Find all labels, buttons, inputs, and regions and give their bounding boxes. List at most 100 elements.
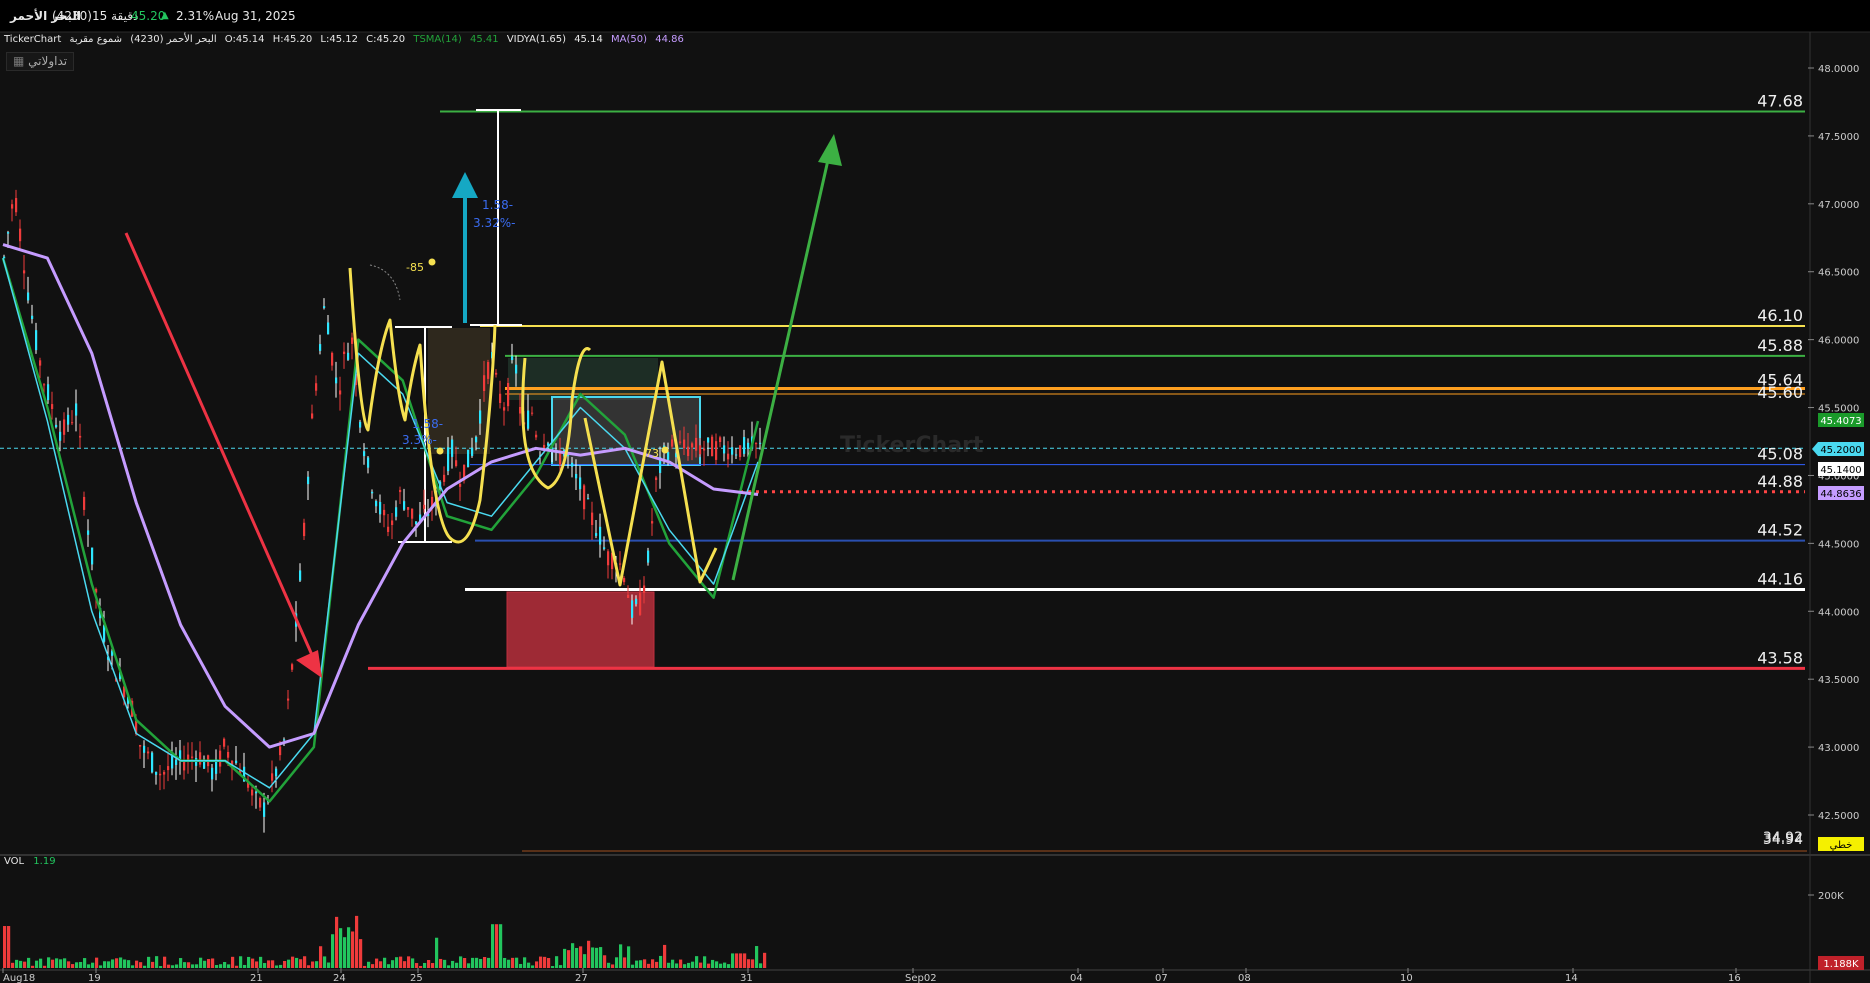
candle-body: [519, 407, 522, 414]
volume-bar: [251, 958, 255, 968]
cyan-up-arrow[interactable]: [452, 172, 478, 323]
candle-body: [255, 791, 258, 794]
supply-zone-box[interactable]: [428, 328, 490, 454]
volume-bar: [123, 959, 127, 968]
volume-bar: [111, 959, 115, 968]
volume-bar: [403, 961, 407, 968]
candle-body: [683, 439, 686, 449]
candle-body: [251, 789, 254, 796]
candle-body: [351, 337, 354, 344]
volume-bar: [227, 964, 231, 968]
volume-bar: [295, 957, 299, 968]
candle-body: [407, 507, 410, 510]
level-label: 43.58: [1757, 648, 1803, 667]
level-label: 46.10: [1757, 306, 1803, 325]
volume-bar: [191, 964, 195, 968]
volume-bar: [579, 946, 583, 968]
volume-bar: [631, 964, 635, 968]
candle-body: [707, 437, 710, 443]
candle-body: [475, 436, 478, 443]
candle-body: [55, 424, 58, 428]
candle-body: [11, 204, 14, 209]
candle-body: [199, 752, 202, 765]
candle-body: [747, 442, 750, 449]
candle-body: [535, 434, 538, 438]
level-label: 44.88: [1757, 472, 1803, 491]
candle-body: [331, 352, 334, 366]
green-up-arrow[interactable]: [731, 134, 842, 581]
mid-label: 73: [645, 447, 659, 460]
volume-bar: [751, 959, 755, 968]
level-label: 47.68: [1757, 91, 1803, 110]
volume-bar: [223, 962, 227, 968]
volume-bar: [47, 957, 51, 968]
candle-body: [319, 344, 322, 351]
volume-bar: [283, 960, 287, 968]
volume-bar: [479, 958, 483, 968]
candle-body: [275, 768, 278, 777]
volume-bar: [7, 926, 11, 968]
candle-body: [47, 384, 50, 401]
volume-bar: [327, 962, 331, 968]
level-label: 44.52: [1757, 521, 1803, 540]
target-pct-label: 3.32%-: [473, 216, 515, 230]
volume-bars: [3, 915, 767, 968]
volume-bar: [127, 960, 131, 968]
candle-body: [307, 476, 310, 485]
candle-body: [39, 360, 42, 366]
ma-badge: 44.8636: [1820, 489, 1861, 500]
volume-bar: [543, 956, 547, 968]
volume-bar: [727, 964, 731, 968]
candle-body: [695, 437, 698, 451]
volume-bar: [211, 958, 215, 968]
x-tick-label: 19: [88, 973, 101, 983]
volume-bar: [335, 916, 339, 968]
level-labels: 47.6846.1045.8845.6445.6045.0844.8844.52…: [1757, 91, 1803, 667]
candle-body: [391, 520, 394, 525]
candle-body: [367, 457, 370, 468]
volume-bar: [687, 962, 691, 968]
candle-body: [451, 439, 454, 457]
candle-body: [83, 496, 86, 510]
candle-body: [619, 563, 622, 565]
arc-dot: [428, 258, 436, 266]
volume-bar: [503, 957, 507, 968]
volume-bar: [667, 962, 671, 968]
candle-body: [287, 698, 290, 701]
volume-last-badge: 1.188K: [1823, 959, 1859, 970]
volume-bar: [31, 965, 35, 968]
volume-bar: [371, 964, 375, 968]
y-tick-label: 44.0000: [1818, 607, 1859, 618]
volume-bar: [443, 959, 447, 968]
candles[interactable]: [3, 189, 762, 833]
price-chart[interactable]: TickerChart -85 1.58- 3.32%- 1.58- 3.3%-…: [0, 0, 1870, 983]
candle-body: [599, 526, 602, 545]
volume-bar: [163, 956, 167, 968]
candle-body: [671, 439, 674, 447]
candle-body: [639, 593, 642, 615]
volume-bar: [571, 943, 575, 968]
volume-bar: [691, 961, 695, 968]
volume-bar: [551, 966, 555, 968]
volume-bar: [711, 959, 715, 968]
volume-bar: [419, 965, 423, 968]
x-tick-label: 25: [410, 973, 423, 983]
volume-bar: [339, 928, 343, 968]
volume-bar: [635, 960, 639, 968]
volume-bar: [459, 956, 463, 968]
bottom-level-label-2: 34.92: [1763, 830, 1803, 846]
red-down-arrow[interactable]: [124, 232, 322, 678]
volume-bar: [147, 956, 151, 968]
volume-bar: [507, 959, 511, 968]
level-label: 44.16: [1757, 570, 1803, 589]
candle-body: [527, 410, 530, 429]
volume-bar: [555, 956, 559, 968]
chart-watermark: TickerChart: [840, 433, 984, 458]
y-tick-label: 42.5000: [1818, 811, 1859, 822]
candle-body: [635, 598, 638, 605]
volume-bar: [671, 959, 675, 968]
candle-body: [731, 447, 734, 455]
x-tick-label: 08: [1238, 973, 1251, 983]
volume-bar: [35, 960, 39, 968]
volume-bar: [743, 953, 747, 968]
